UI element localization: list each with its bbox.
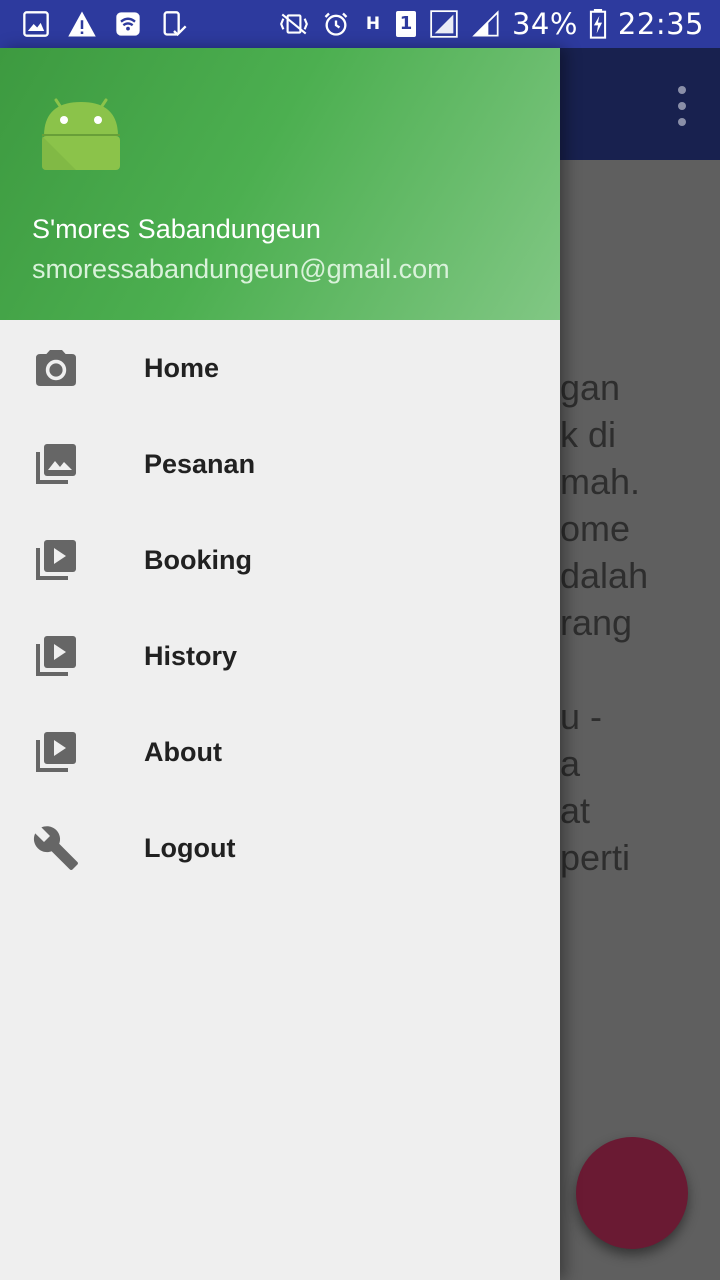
drawer-menu: Home Pesanan Booking History About Logou… [0, 320, 560, 896]
floating-action-button[interactable] [576, 1137, 688, 1249]
status-bar: H 1 34% 22:35 [0, 0, 720, 48]
battery-percentage: 34% [511, 7, 578, 41]
navigation-drawer: S'mores Sabandungeun smoressabandungeun@… [0, 48, 560, 1280]
notification-icons [20, 8, 190, 40]
menu-item-label: Booking [144, 545, 252, 575]
vibrate-icon [278, 8, 310, 40]
camera-icon [32, 344, 80, 392]
menu-item-logout[interactable]: Logout [0, 800, 560, 896]
menu-item-label: About [144, 737, 222, 767]
menu-item-pesanan[interactable]: Pesanan [0, 416, 560, 512]
system-icons: H 1 34% 22:35 [278, 0, 704, 48]
video-library-icon [32, 632, 80, 680]
background-text: gan k di mah. ome dalah rang u - a at pe… [560, 367, 649, 878]
signal-strength-icon [428, 8, 460, 40]
gallery-icon [32, 440, 80, 488]
drawer-header: S'mores Sabandungeun smoressabandungeun@… [0, 48, 560, 320]
image-notification-icon [20, 8, 52, 40]
menu-item-label: History [144, 641, 238, 671]
wrench-icon [32, 824, 80, 872]
menu-item-home[interactable]: Home [0, 320, 560, 416]
signal-strength-icon-2 [470, 8, 502, 40]
user-name: S'mores Sabandungeun [32, 214, 321, 244]
network-type-icon: H [365, 14, 381, 34]
wifi-hotspot-icon [112, 8, 144, 40]
video-library-icon [32, 536, 80, 584]
menu-item-label: Pesanan [144, 449, 256, 479]
user-email: smoressabandungeun@gmail.com [32, 254, 450, 284]
video-library-icon [32, 728, 80, 776]
battery-charging-icon [588, 8, 608, 40]
sim-slot-icon: 1 [394, 8, 418, 40]
menu-item-history[interactable]: History [0, 608, 560, 704]
android-logo-icon [36, 90, 126, 174]
alarm-icon [320, 8, 352, 40]
device-check-icon [158, 8, 190, 40]
menu-item-booking[interactable]: Booking [0, 512, 560, 608]
warning-icon [66, 8, 98, 40]
menu-item-about[interactable]: About [0, 704, 560, 800]
menu-item-label: Logout [144, 833, 236, 863]
clock: 22:35 [617, 7, 704, 41]
overflow-menu-icon[interactable] [672, 86, 692, 126]
menu-item-label: Home [144, 353, 220, 383]
